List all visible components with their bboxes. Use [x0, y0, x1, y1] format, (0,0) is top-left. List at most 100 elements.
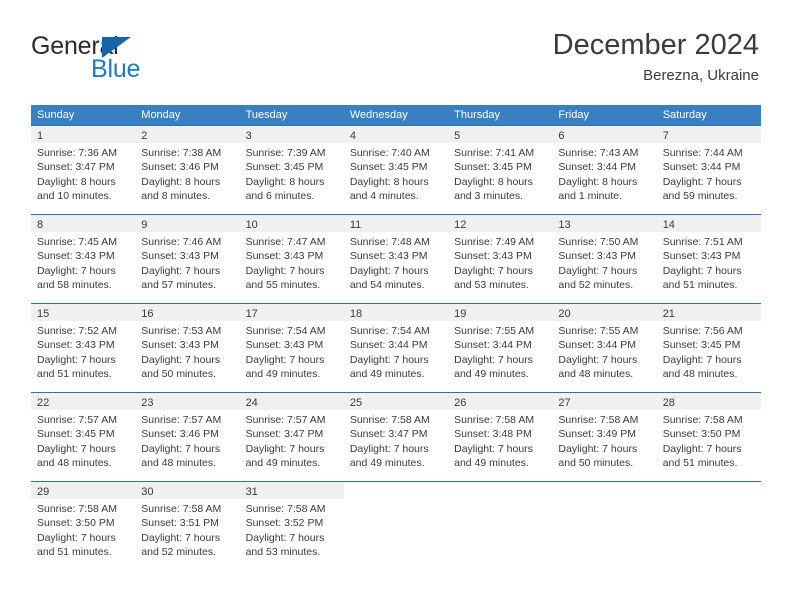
daylight-text-line2: and 10 minutes.	[37, 190, 112, 203]
daylight-text-line2: and 48 minutes.	[37, 457, 112, 470]
daylight-text-line1: Daylight: 7 hours	[141, 531, 221, 544]
day-cell[interactable]: 20 Sunrise: 7:55 AM Sunset: 3:44 PM Dayl…	[552, 304, 657, 392]
day-cell[interactable]: 16 Sunrise: 7:53 AM Sunset: 3:43 PM Dayl…	[135, 304, 240, 392]
sunrise-text: Sunrise: 7:55 AM	[454, 325, 535, 337]
sunset-text: Sunset: 3:44 PM	[349, 339, 428, 352]
calendar-page: General Blue December 2024 Berezna, Ukra…	[0, 0, 792, 612]
day-details: Sunrise: 7:46 AM Sunset: 3:43 PM Dayligh…	[135, 232, 239, 293]
daylight-text-line2: and 1 minute.	[558, 190, 623, 203]
daylight-text-line1: Daylight: 7 hours	[37, 264, 116, 277]
day-cell[interactable]: 13 Sunrise: 7:50 AM Sunset: 3:43 PM Dayl…	[552, 215, 657, 303]
day-number-band: 10	[239, 215, 344, 232]
sunrise-text: Sunrise: 7:47 AM	[245, 236, 326, 248]
day-cell[interactable]: 29 Sunrise: 7:58 AM Sunset: 3:50 PM Dayl…	[31, 482, 136, 570]
day-cell[interactable]: 12 Sunrise: 7:49 AM Sunset: 3:43 PM Dayl…	[448, 215, 553, 303]
day-number-band: 26	[448, 393, 553, 410]
day-cell[interactable]: 18 Sunrise: 7:54 AM Sunset: 3:44 PM Dayl…	[343, 304, 449, 392]
day-cell[interactable]: 2 Sunrise: 7:38 AM Sunset: 3:46 PM Dayli…	[135, 126, 240, 214]
day-number: 11	[349, 219, 362, 231]
day-number-band: 8	[31, 215, 136, 232]
sunrise-text: Sunrise: 7:53 AM	[141, 325, 222, 337]
daylight-text-line1: Daylight: 7 hours	[37, 442, 116, 455]
day-cell[interactable]: 17 Sunrise: 7:54 AM Sunset: 3:43 PM Dayl…	[239, 304, 344, 392]
day-number: 26	[454, 397, 467, 409]
page-header: General Blue December 2024 Berezna, Ukra…	[0, 0, 792, 100]
daylight-text-line1: Daylight: 7 hours	[349, 442, 429, 455]
sunset-text: Sunset: 3:44 PM	[662, 161, 741, 174]
day-number: 17	[245, 308, 258, 320]
day-cell[interactable]: 7 Sunrise: 7:44 AM Sunset: 3:44 PM Dayli…	[656, 126, 761, 214]
weekday-header-friday: Friday	[558, 109, 589, 121]
daylight-text-line1: Daylight: 7 hours	[245, 531, 325, 544]
weekday-header-tuesday: Tuesday	[245, 109, 288, 121]
week-row: 29 Sunrise: 7:58 AM Sunset: 3:50 PM Dayl…	[31, 481, 761, 570]
sunset-text: Sunset: 3:43 PM	[141, 339, 219, 352]
daylight-text-line1: Daylight: 8 hours	[37, 175, 116, 188]
day-number: 21	[662, 308, 675, 320]
day-cell[interactable]: 25 Sunrise: 7:58 AM Sunset: 3:47 PM Dayl…	[343, 393, 449, 481]
sunrise-text: Sunrise: 7:40 AM	[349, 147, 430, 159]
sunrise-text: Sunrise: 7:43 AM	[558, 147, 639, 159]
day-details: Sunrise: 7:43 AM Sunset: 3:44 PM Dayligh…	[552, 143, 656, 204]
general-blue-logo[interactable]: General Blue	[31, 32, 261, 88]
day-details: Sunrise: 7:55 AM Sunset: 3:44 PM Dayligh…	[552, 321, 656, 382]
day-cell[interactable]: 11 Sunrise: 7:48 AM Sunset: 3:43 PM Dayl…	[343, 215, 449, 303]
day-cell[interactable]: 8 Sunrise: 7:45 AM Sunset: 3:43 PM Dayli…	[31, 215, 136, 303]
day-cell[interactable]: 4 Sunrise: 7:40 AM Sunset: 3:45 PM Dayli…	[343, 126, 449, 214]
day-cell[interactable]: 31 Sunrise: 7:58 AM Sunset: 3:52 PM Dayl…	[239, 482, 344, 570]
day-cell[interactable]: 19 Sunrise: 7:55 AM Sunset: 3:44 PM Dayl…	[448, 304, 553, 392]
day-cell[interactable]: 5 Sunrise: 7:41 AM Sunset: 3:45 PM Dayli…	[448, 126, 553, 214]
day-cell[interactable]: 27 Sunrise: 7:58 AM Sunset: 3:49 PM Dayl…	[552, 393, 657, 481]
daylight-text-line2: and 49 minutes.	[349, 368, 425, 381]
day-number-band: 18	[343, 304, 449, 321]
daylight-text-line2: and 49 minutes.	[454, 457, 529, 470]
day-number: 16	[141, 308, 154, 320]
day-details: Sunrise: 7:56 AM Sunset: 3:45 PM Dayligh…	[657, 321, 761, 382]
day-number-band: 19	[448, 304, 553, 321]
sunset-text: Sunset: 3:45 PM	[662, 339, 741, 352]
day-cell[interactable]: 3 Sunrise: 7:39 AM Sunset: 3:45 PM Dayli…	[239, 126, 344, 214]
day-cell[interactable]: 26 Sunrise: 7:58 AM Sunset: 3:48 PM Dayl…	[448, 393, 553, 481]
sunrise-text: Sunrise: 7:58 AM	[245, 503, 326, 515]
day-number: 12	[454, 219, 467, 231]
day-cell[interactable]: 23 Sunrise: 7:57 AM Sunset: 3:46 PM Dayl…	[135, 393, 240, 481]
day-number: 2	[141, 130, 148, 142]
day-number: 7	[662, 130, 669, 142]
daylight-text-line2: and 53 minutes.	[454, 279, 529, 292]
sunrise-text: Sunrise: 7:44 AM	[662, 147, 743, 159]
daylight-text-line1: Daylight: 7 hours	[558, 264, 638, 277]
sunset-text: Sunset: 3:49 PM	[558, 428, 637, 441]
daylight-text-line1: Daylight: 8 hours	[245, 175, 325, 188]
day-number: 13	[558, 219, 571, 231]
sunrise-text: Sunrise: 7:58 AM	[454, 414, 535, 426]
daylight-text-line1: Daylight: 7 hours	[349, 353, 429, 366]
day-number-band: 23	[135, 393, 240, 410]
day-number: 25	[349, 397, 363, 409]
logo-word-blue: Blue	[91, 55, 141, 83]
day-cell[interactable]: 6 Sunrise: 7:43 AM Sunset: 3:44 PM Dayli…	[552, 126, 657, 214]
daylight-text-line2: and 58 minutes.	[37, 279, 112, 292]
day-cell[interactable]: 21 Sunrise: 7:56 AM Sunset: 3:45 PM Dayl…	[656, 304, 761, 392]
day-cell[interactable]: 9 Sunrise: 7:46 AM Sunset: 3:43 PM Dayli…	[135, 215, 240, 303]
sunset-text: Sunset: 3:43 PM	[37, 250, 115, 263]
day-cell[interactable]: 30 Sunrise: 7:58 AM Sunset: 3:51 PM Dayl…	[135, 482, 240, 570]
day-cell[interactable]: 24 Sunrise: 7:57 AM Sunset: 3:47 PM Dayl…	[239, 393, 344, 481]
day-number: 15	[37, 308, 50, 320]
day-number: 14	[662, 219, 675, 231]
week-row: 15 Sunrise: 7:52 AM Sunset: 3:43 PM Dayl…	[31, 303, 761, 392]
daylight-text-line2: and 52 minutes.	[141, 546, 216, 559]
day-cell[interactable]: 28 Sunrise: 7:58 AM Sunset: 3:50 PM Dayl…	[656, 393, 761, 481]
day-cell[interactable]: 10 Sunrise: 7:47 AM Sunset: 3:43 PM Dayl…	[239, 215, 344, 303]
day-cell[interactable]: 22 Sunrise: 7:57 AM Sunset: 3:45 PM Dayl…	[31, 393, 136, 481]
day-number-band: 20	[552, 304, 657, 321]
day-cell[interactable]: 15 Sunrise: 7:52 AM Sunset: 3:43 PM Dayl…	[31, 304, 136, 392]
sunset-text: Sunset: 3:50 PM	[37, 517, 115, 530]
weekday-header-wednesday: Wednesday	[349, 109, 408, 121]
day-cell-empty	[656, 482, 761, 570]
daylight-text-line1: Daylight: 7 hours	[141, 353, 221, 366]
day-cell[interactable]: 1 Sunrise: 7:36 AM Sunset: 3:47 PM Dayli…	[31, 126, 136, 214]
daylight-text-line2: and 48 minutes.	[141, 457, 216, 470]
sunset-text: Sunset: 3:45 PM	[245, 161, 324, 174]
day-cell[interactable]: 14 Sunrise: 7:51 AM Sunset: 3:43 PM Dayl…	[656, 215, 761, 303]
daylight-text-line1: Daylight: 7 hours	[454, 353, 533, 366]
